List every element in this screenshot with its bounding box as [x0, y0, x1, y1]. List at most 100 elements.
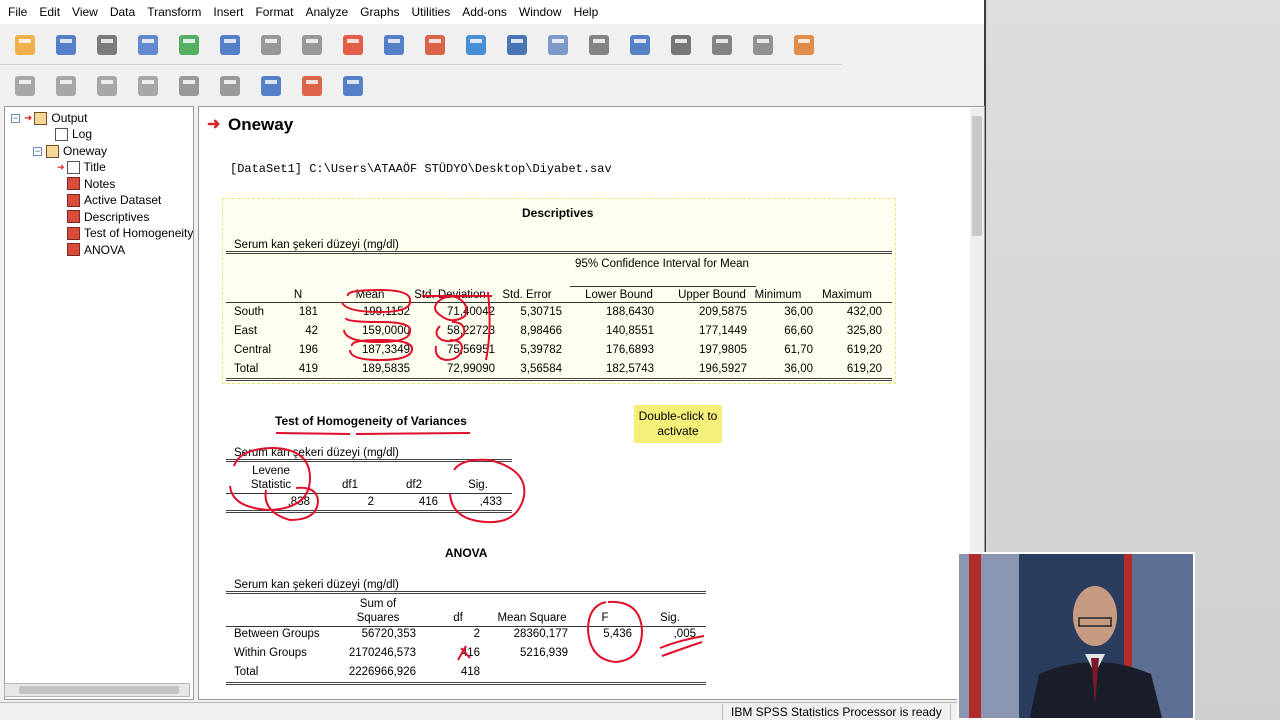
column-header: Minimum	[754, 289, 802, 301]
collapse-icon[interactable]: −	[11, 113, 20, 123]
table-icon	[67, 243, 80, 256]
ci-header: 95% Confidence Interval for Mean	[575, 258, 749, 270]
menu-transform[interactable]: Transform	[143, 5, 209, 19]
column-header: Sum of Squares	[356, 598, 400, 624]
collapse-minus-icon[interactable]	[131, 69, 165, 103]
table-cell: ,433	[479, 496, 502, 508]
menu-addons[interactable]: Add-ons	[458, 5, 515, 19]
menu-help[interactable]: Help	[570, 5, 607, 19]
print-preview-icon[interactable]	[131, 28, 165, 62]
export-icon[interactable]	[172, 28, 206, 62]
weight-cases-icon[interactable]	[582, 28, 616, 62]
redo-icon[interactable]	[295, 28, 329, 62]
save-icon[interactable]	[49, 28, 83, 62]
row-label: Within Groups	[234, 647, 307, 659]
open-folder-icon[interactable]	[8, 28, 42, 62]
tree-node-title[interactable]: ➜ Title	[57, 159, 106, 175]
table-cell: 2226966,926	[348, 666, 416, 678]
menu-bar: File Edit View Data Transform Insert Format Ana…	[0, 0, 984, 24]
table-cell: ,005	[673, 628, 696, 640]
homogeneity-title: Test of Homogeneity of Variances	[275, 414, 467, 428]
menu-edit[interactable]: Edit	[35, 5, 68, 19]
insert-title-icon[interactable]	[295, 69, 329, 103]
tree-node-log[interactable]: Log	[55, 126, 92, 142]
dataset-path: [DataSet1] C:\Users\ATAAÖF STÜDYO\Deskto…	[230, 162, 612, 176]
show-icon[interactable]	[172, 69, 206, 103]
column-header: N	[293, 289, 303, 301]
column-header: Sig.	[468, 479, 488, 491]
row-label: Total	[234, 666, 259, 678]
heading-arrow-icon: ➜	[207, 116, 221, 133]
main-toolbar	[0, 25, 842, 65]
print-icon[interactable]	[90, 28, 124, 62]
menu-format[interactable]: Format	[251, 5, 301, 19]
outline-horizontal-scrollbar[interactable]	[4, 683, 190, 697]
insert-text-icon[interactable]	[336, 69, 370, 103]
table-cell: 199,1152	[362, 306, 410, 318]
designate-window-icon[interactable]	[746, 28, 780, 62]
table-cell: 187,3349	[362, 344, 410, 356]
hide-icon[interactable]	[213, 69, 247, 103]
tree-label: Notes	[84, 176, 116, 191]
menu-file[interactable]: File	[4, 5, 35, 19]
promote-icon[interactable]	[664, 28, 698, 62]
value-labels-icon[interactable]	[623, 28, 657, 62]
table-cell: 197,9805	[699, 344, 747, 356]
table-icon	[66, 160, 80, 174]
menu-window[interactable]: Window	[515, 5, 570, 19]
tree-node-test-of-homogeneity-of-variances[interactable]: Test of Homogeneity of Variances	[67, 225, 193, 241]
insert-output-icon[interactable]	[500, 28, 534, 62]
table-cell: 8,98466	[520, 325, 562, 337]
menu-analyze[interactable]: Analyze	[301, 5, 356, 19]
menu-data[interactable]: Data	[106, 5, 143, 19]
script-icon[interactable]	[787, 28, 821, 62]
tree-node-anova[interactable]: ANOVA	[67, 242, 125, 258]
table-cell: 619,20	[846, 363, 882, 375]
goto-variable-icon[interactable]	[377, 28, 411, 62]
table-cell: 72,99090	[447, 363, 495, 375]
tree-node-output[interactable]: − ➜ Output	[11, 110, 87, 126]
expand-plus-icon[interactable]	[90, 69, 124, 103]
column-header: Std. Deviation	[414, 289, 486, 301]
table-cell: 416	[460, 647, 480, 659]
table-cell: 58,22723	[447, 325, 495, 337]
table-cell: 66,60	[784, 325, 813, 337]
status-text: IBM SPSS Statistics Processor is ready	[722, 704, 951, 720]
table-icon	[67, 177, 80, 190]
forward-arrow-icon[interactable]	[49, 69, 83, 103]
column-header: df1	[342, 479, 358, 491]
webcam-overlay	[957, 552, 1195, 720]
table-cell: 71,40042	[447, 306, 495, 318]
tree-label: Active Dataset	[84, 193, 162, 207]
table-cell: 56720,353	[361, 628, 416, 640]
tree-node-active-dataset[interactable]: Active Dataset	[67, 192, 161, 208]
column-header: Lower Bound	[585, 289, 653, 301]
menu-insert[interactable]: Insert	[209, 5, 251, 19]
undo-icon[interactable]	[254, 28, 288, 62]
insert-heading-icon[interactable]	[254, 69, 288, 103]
table-cell: 42	[305, 325, 318, 337]
table-cell: ,838	[287, 496, 310, 508]
table-cell: 36,00	[784, 306, 813, 318]
table-cell: 189,5835	[362, 363, 410, 375]
back-arrow-icon[interactable]	[8, 69, 42, 103]
tree-node-descriptives[interactable]: Descriptives	[67, 209, 149, 225]
menu-utilities[interactable]: Utilities	[408, 5, 459, 19]
tree-node-notes[interactable]: Notes	[67, 176, 115, 192]
variables-icon[interactable]	[459, 28, 493, 62]
collapse-icon[interactable]: −	[33, 146, 42, 156]
tree-node-oneway[interactable]: − Oneway	[33, 143, 107, 159]
column-header: Mean Square	[497, 612, 567, 624]
recall-dialog-icon[interactable]	[213, 28, 247, 62]
output-heading[interactable]: Oneway	[228, 115, 293, 135]
menu-graphs[interactable]: Graphs	[356, 5, 407, 19]
table-cell: 28360,177	[513, 628, 568, 640]
select-cases-icon[interactable]	[541, 28, 575, 62]
goto-case-icon[interactable]	[336, 28, 370, 62]
table-cell: 2	[367, 496, 374, 508]
insert-cases-icon[interactable]	[418, 28, 452, 62]
demote-icon[interactable]	[705, 28, 739, 62]
outline-toolbar	[0, 66, 412, 106]
column-header: F	[601, 612, 609, 624]
menu-view[interactable]: View	[68, 5, 106, 19]
